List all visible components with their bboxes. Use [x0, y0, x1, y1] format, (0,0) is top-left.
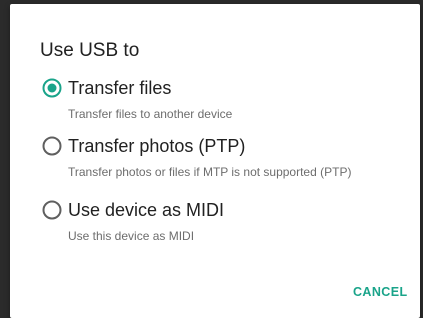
- usb-mode-dialog: Use USB to Transfer files Transfer files…: [10, 4, 420, 318]
- cancel-button[interactable]: CANCEL: [353, 285, 407, 299]
- option-transfer-photos[interactable]: Transfer photos (PTP) Transfer photos or…: [40, 134, 410, 186]
- option-label-transfer-photos: Transfer photos (PTP): [68, 136, 246, 156]
- option-description-use-as-midi: Use this device as MIDI: [68, 229, 195, 243]
- option-description-transfer-photos: Transfer photos or files if MTP is not s…: [68, 165, 352, 179]
- option-description-transfer-files: Transfer files to another device: [68, 107, 233, 121]
- radio-unselected-icon[interactable]: [42, 200, 62, 220]
- radio-selected-icon[interactable]: [42, 78, 62, 98]
- radio-unselected-icon[interactable]: [42, 136, 62, 156]
- option-use-as-midi[interactable]: Use device as MIDI Use this device as MI…: [40, 198, 410, 250]
- dialog-title: Use USB to: [40, 40, 140, 61]
- option-label-use-as-midi: Use device as MIDI: [68, 200, 225, 220]
- option-label-transfer-files: Transfer files: [68, 78, 172, 98]
- option-transfer-files[interactable]: Transfer files Transfer files to another…: [40, 76, 410, 128]
